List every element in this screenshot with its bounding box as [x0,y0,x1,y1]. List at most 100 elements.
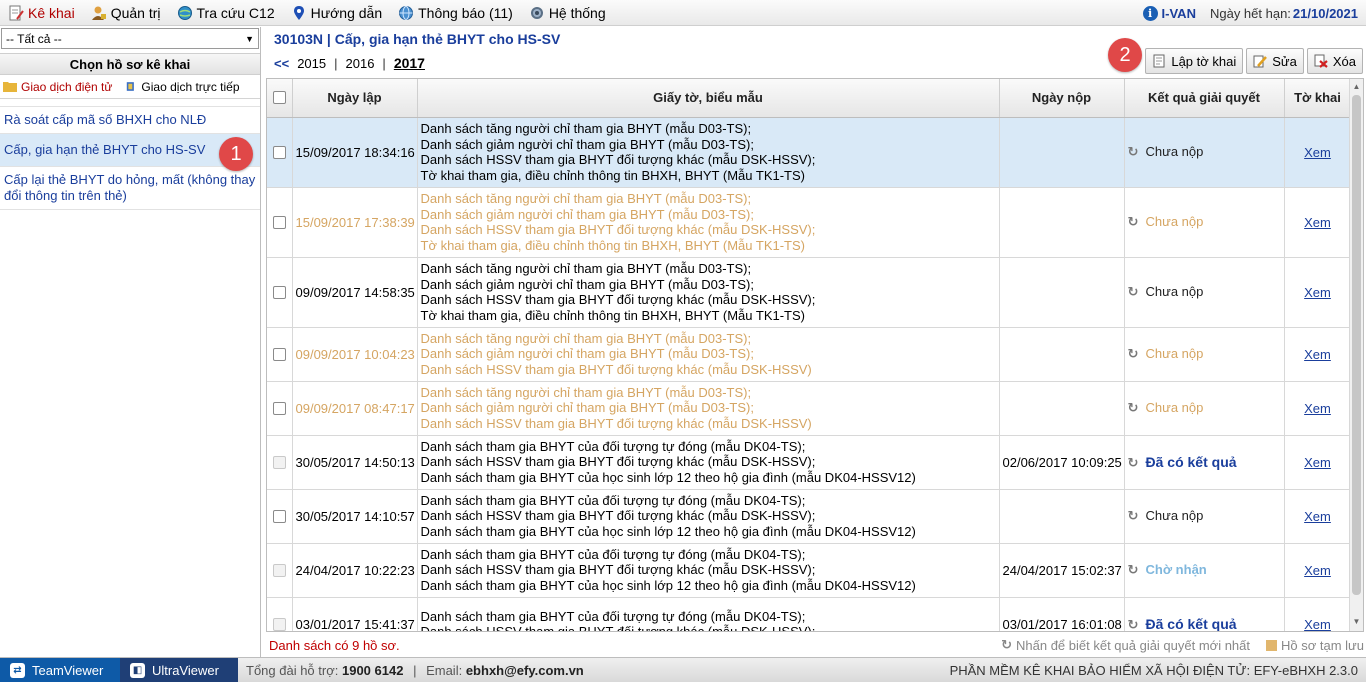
row-select-cell [267,257,293,328]
main-panel: 30103N | Cấp, gia hạn thẻ BHYT cho HS-SV… [266,27,1366,657]
menu-quan-tri[interactable]: Quản trị [83,0,169,26]
tab-electronic[interactable]: Giao dịch điện tử [3,80,112,94]
created-date: 30/05/2017 14:10:57 [292,489,418,544]
menu-he-thong[interactable]: Hệ thống [521,0,614,26]
panel-title: Chọn hồ sơ kê khai [0,53,260,75]
table-row[interactable]: 09/09/2017 10:04:23 Danh sách tăng người … [267,327,1352,382]
view-link[interactable]: Xem [1304,509,1331,524]
admin-user-icon [91,6,106,20]
row-checkbox[interactable] [272,617,286,631]
doc-line: Danh sách HSSV tham gia BHYT đối tượng k… [420,454,816,470]
result-status: Chưa nộp [1145,144,1204,159]
year-2016[interactable]: 2016 [346,56,375,71]
scroll-up-icon[interactable]: ▲ [1352,82,1361,91]
submitted-date [999,489,1125,544]
year-2015[interactable]: 2015 [297,56,326,71]
row-checkbox[interactable] [272,455,286,469]
list-item-cap-lai[interactable]: Cấp lại thẻ BHYT do hỏng, mất (không tha… [0,167,260,210]
refresh-status-icon[interactable]: ↻ [1128,144,1140,160]
table-row[interactable]: 30/05/2017 14:50:13 Danh sách tham gia BH… [267,435,1352,490]
view-link[interactable]: Xem [1304,285,1331,300]
menu-quan-tri-label: Quản trị [110,4,161,21]
documents-cell: Danh sách tăng người chỉ tham gia BHYT (… [417,257,1000,328]
refresh-status-icon[interactable]: ↻ [1128,284,1140,300]
view-link[interactable]: Xem [1304,455,1331,470]
step-badge-2: 2 [1108,38,1142,72]
table-row[interactable]: 15/09/2017 17:38:39 Danh sách tăng người … [267,187,1352,258]
menu-thong-bao[interactable]: Thông báo (11) [390,0,521,26]
view-link[interactable]: Xem [1304,563,1331,578]
row-select-cell [267,117,293,188]
year-2017[interactable]: 2017 [394,55,425,71]
tab-direct[interactable]: Giao dịch trực tiếp [126,80,240,94]
row-checkbox[interactable] [272,215,286,229]
table-row[interactable]: 24/04/2017 10:22:23 Danh sách tham gia BH… [267,543,1352,598]
doc-line: Danh sách tham gia BHYT của đối tượng tự… [420,492,806,508]
form-cell: Xem [1284,257,1352,328]
select-all-checkbox[interactable] [272,91,286,105]
col-date[interactable]: Ngày lập [292,79,418,118]
teamviewer-button[interactable]: ⇄ TeamViewer [0,657,120,682]
col-result[interactable]: Kết quả giải quyết [1124,79,1285,118]
row-checkbox[interactable] [272,285,286,299]
refresh-status-icon[interactable]: ↻ [1128,617,1140,632]
status-bar: ⇄ TeamViewer ◧ UltraViewer Tổng đài hỗ t… [0,657,1366,682]
form-cell: Xem [1284,435,1352,490]
refresh-status-icon[interactable]: ↻ [1128,562,1140,578]
refresh-status-icon[interactable]: ↻ [1128,400,1140,416]
doc-line: Danh sách giảm người chỉ tham gia BHYT (… [420,136,754,152]
ultraviewer-button[interactable]: ◧ UltraViewer [120,657,238,682]
table-row[interactable]: 03/01/2017 15:41:37 Danh sách tham gia BH… [267,597,1352,632]
list-item-ra-soat[interactable]: Rà soát cấp mã số BHXH cho NLĐ [0,106,260,134]
year-separator: | [382,55,386,71]
row-checkbox[interactable] [272,509,286,523]
filter-select[interactable]: -- Tất cả -- ▼ [1,28,259,49]
refresh-status-icon[interactable]: ↻ [1128,346,1140,362]
scroll-down-icon[interactable]: ▼ [1352,617,1361,626]
created-date: 24/04/2017 10:22:23 [292,543,418,598]
view-link[interactable]: Xem [1304,401,1331,416]
refresh-status-icon[interactable]: ↻ [1128,214,1140,230]
delete-button[interactable]: Xóa [1306,48,1363,74]
row-checkbox[interactable] [272,401,286,415]
refresh-status-icon[interactable]: ↻ [1128,508,1140,524]
email-label: Email: [426,662,463,678]
result-status: Chưa nộp [1145,214,1204,229]
year-prev-link[interactable]: << [274,56,289,71]
refresh-icon[interactable]: ↻ [1001,637,1012,653]
transaction-tabs: Giao dịch điện tử Giao dịch trực tiếp [0,75,260,99]
menu-tra-cuu-c12[interactable]: Tra cứu C12 [169,0,283,26]
created-date: 09/09/2017 14:58:35 [292,257,418,328]
col-form[interactable]: Tờ khai [1284,79,1352,118]
info-icon[interactable]: i [1142,5,1158,21]
menu-huong-dan[interactable]: Hướng dẫn [283,0,390,26]
refresh-status-icon[interactable]: ↻ [1128,455,1140,471]
submitted-date: 02/06/2017 10:09:25 [999,435,1125,490]
submitted-date [999,327,1125,382]
table-row[interactable]: 09/09/2017 14:58:35 Danh sách tăng người … [267,257,1352,328]
form-cell: Xem [1284,327,1352,382]
row-checkbox[interactable] [272,563,286,577]
result-status: Đã có kết quả [1145,615,1237,632]
row-checkbox[interactable] [272,145,286,159]
documents-cell: Danh sách tăng người chỉ tham gia BHYT (… [417,187,1000,258]
table-row[interactable]: 30/05/2017 14:10:57 Danh sách tham gia BH… [267,489,1352,544]
view-link[interactable]: Xem [1304,145,1331,160]
col-docs[interactable]: Giấy tờ, biểu mẫu [417,79,1000,118]
menu-ke-khai[interactable]: Kê khai [0,0,83,26]
vertical-scrollbar[interactable]: ▲ ▼ [1349,79,1363,631]
table-row[interactable]: 15/09/2017 18:34:16 Danh sách tăng người … [267,117,1352,188]
row-select-cell [267,597,293,631]
col-submitted[interactable]: Ngày nộp [999,79,1125,118]
create-form-button[interactable]: Lập tờ khai [1145,48,1244,74]
view-link[interactable]: Xem [1304,215,1331,230]
table-row[interactable]: 09/09/2017 08:47:17 Danh sách tăng người … [267,381,1352,436]
view-link[interactable]: Xem [1304,617,1331,632]
result-cell: ↻ Đã có kết quả [1124,597,1285,632]
ultraviewer-label: UltraViewer [152,662,219,678]
edit-button[interactable]: Sửa [1246,48,1304,74]
result-status: Chờ nhận [1145,562,1207,577]
scroll-thumb[interactable] [1352,95,1361,595]
view-link[interactable]: Xem [1304,347,1331,362]
row-checkbox[interactable] [272,347,286,361]
